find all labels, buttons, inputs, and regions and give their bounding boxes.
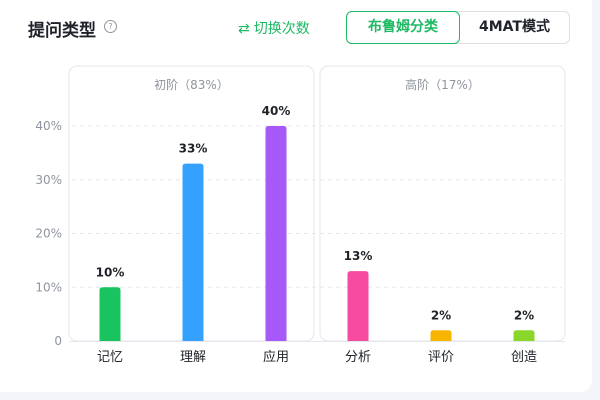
y-tick-label: 40%	[35, 119, 62, 133]
question-type-chart: 0 10% 20% 30% 40% 初阶（83%） 10% 记忆 33% 理解 40% 应用 高阶（17…	[35, 65, 566, 365]
group-label: 初阶（83%）	[154, 78, 229, 92]
x-category-label: 分析	[345, 350, 371, 365]
y-tick-label: 20%	[35, 227, 62, 241]
bar-data-label: 40%	[262, 104, 291, 118]
x-category-label: 理解	[180, 350, 206, 365]
x-category-label: 创造	[511, 350, 537, 365]
bar-data-label: 2%	[431, 308, 451, 322]
y-tick-label: 0	[54, 334, 62, 348]
y-tick-label: 30%	[35, 173, 62, 187]
bar-评价	[430, 330, 452, 341]
bar-data-label: 13%	[344, 249, 373, 263]
bar-分析	[347, 271, 369, 341]
question-type-card: 提问类型 ? ⇄ 切换次数 布鲁姆分类 4MAT模式 0 10% 20% 30% 40% 初…	[0, 0, 592, 392]
y-tick-label: 10%	[35, 280, 62, 294]
x-category-label: 记忆	[97, 349, 123, 365]
bar-应用	[265, 126, 287, 341]
bar-理解	[182, 163, 204, 341]
bar-data-label: 33%	[179, 142, 208, 156]
x-category-label: 评价	[428, 350, 454, 365]
bar-data-label: 10%	[96, 265, 125, 279]
bar-data-label: 2%	[514, 308, 534, 322]
x-category-label: 应用	[263, 349, 289, 365]
bar-记忆	[99, 287, 121, 341]
group-label: 高阶（17%）	[405, 77, 480, 92]
bar-创造	[513, 330, 535, 341]
